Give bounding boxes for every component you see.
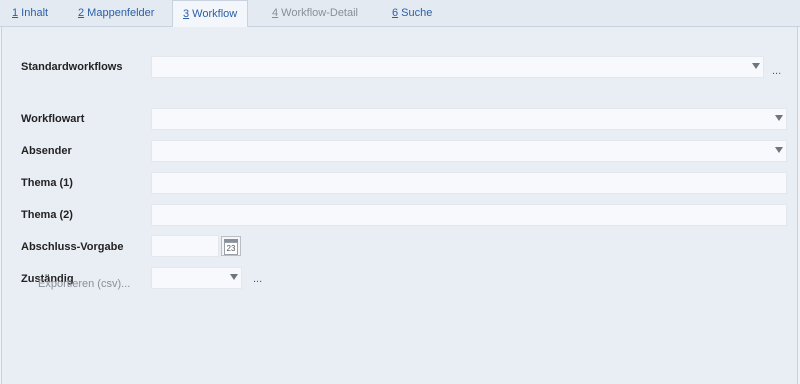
thema1-input[interactable] — [151, 172, 787, 194]
calendar-icon-day: 23 — [224, 242, 238, 255]
workflowart-label: Workflowart — [21, 113, 85, 125]
tab-suche-label: Suche — [398, 7, 433, 19]
tab-mappenfelder[interactable]: 2 Mappenfelder — [68, 0, 164, 27]
tab-inhalt-label: Inhalt — [18, 7, 49, 19]
standardworkflows-select[interactable] — [151, 56, 764, 78]
tab-suche[interactable]: 6 Suche — [382, 0, 442, 27]
chevron-down-icon[interactable] — [775, 115, 783, 121]
calendar-icon[interactable]: 23 — [221, 236, 241, 256]
tab-workflow-detail-label: Workflow-Detail — [278, 7, 358, 19]
tab-bar: 1 Inhalt 2 Mappenfelder 3 Workflow 4 Wor… — [0, 0, 800, 28]
zustaendig-select[interactable] — [151, 267, 242, 289]
tab-inhalt[interactable]: 1 Inhalt — [2, 0, 58, 27]
tab-workflow-label: Workflow — [189, 8, 238, 20]
tab-workflow-detail: 4 Workflow-Detail — [262, 0, 368, 27]
standardworkflows-more-button[interactable]: ... — [772, 65, 781, 77]
zustaendig-more-button[interactable]: ... — [253, 273, 262, 285]
standardworkflows-label: Standardworkflows — [21, 61, 123, 73]
thema1-label: Thema (1) — [21, 177, 73, 189]
abschluss-vorgabe-label: Abschluss-Vorgabe — [21, 241, 124, 253]
thema2-input[interactable] — [151, 204, 787, 226]
abschluss-vorgabe-input[interactable] — [151, 235, 219, 257]
chevron-down-icon[interactable] — [752, 63, 760, 69]
tab-workflow[interactable]: 3 Workflow — [172, 0, 249, 28]
thema2-label: Thema (2) — [21, 209, 73, 221]
export-csv-button: Exportieren (csv)... — [38, 278, 131, 290]
chevron-down-icon[interactable] — [775, 147, 783, 153]
absender-select[interactable] — [151, 140, 787, 162]
tab-mappenfelder-label: Mappenfelder — [84, 7, 155, 19]
workflowart-select[interactable] — [151, 108, 787, 130]
chevron-down-icon[interactable] — [230, 274, 238, 280]
absender-label: Absender — [21, 145, 72, 157]
